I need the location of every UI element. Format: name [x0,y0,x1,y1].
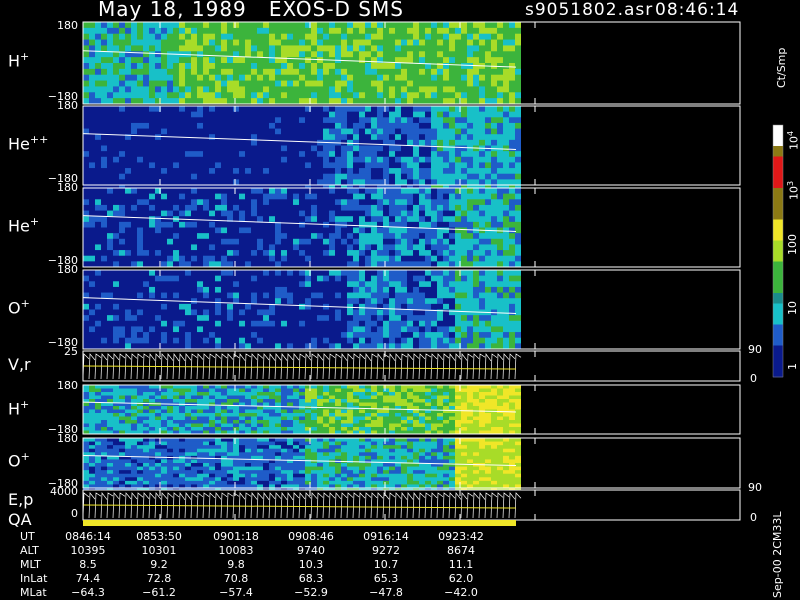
colorbar-swatch [773,146,783,157]
colorbar-swatch [773,314,783,325]
colorbar-swatch [773,209,783,220]
colorbar-unit: Ct/Smp [775,47,788,88]
panel-label-o-plus-2: O+ [8,450,30,471]
y-tick-0-max: 180 [57,19,78,32]
colorbar-swatch [773,293,783,304]
right-tick-vr-bot: 0 [750,372,757,385]
panel-label-h-plus: H+ [8,50,30,71]
colorbar-swatch [773,282,783,294]
right-tick-ep-top: 90 [748,481,762,494]
colorbar-swatch [773,356,783,367]
y-tick-1-max: 180 [57,99,78,112]
colorbar-tick-100: 100 [786,234,799,255]
y-tick-7-min: 0 [71,507,78,520]
colorbar-swatch [773,177,783,189]
colorbar-swatch [773,335,783,346]
colorbar-tick-10-4: 104 [786,130,800,150]
side-text: Sep-00 2CM33L [771,511,784,599]
y-tick-4-max: 25 [64,345,78,358]
y-tick-2-max: 180 [57,181,78,194]
qa-bar [83,520,516,526]
panel-label-h-plus-2: H+ [8,398,30,419]
colorbar-swatch [773,324,783,336]
y-tick-5-max: 180 [57,379,78,392]
panel-label-vr: V,r [8,355,31,374]
y-tick-7-max: 4000 [50,485,78,498]
colorbar-tick-10: 10 [786,301,799,315]
panel-label-o-plus: O+ [8,297,30,318]
right-tick-ep-bot: 0 [750,511,757,524]
colorbar-swatch [773,366,783,378]
panel-label-he-plus: He+ [8,215,40,236]
colorbar-swatch [773,240,783,252]
colorbar-swatch [773,230,783,241]
y-tick-6-max: 180 [57,432,78,445]
figure-title: May 18, 1989 EXOS-D SMS [98,0,404,21]
file-time: 08:46:14 [655,0,740,20]
colorbar-swatch [773,198,783,210]
panel-label-qa: QA [8,510,32,529]
colorbar-swatch [773,345,783,357]
colorbar-swatch [773,167,783,178]
right-tick-vr-top: 90 [748,343,762,356]
colorbar-swatch [773,303,783,315]
colorbar-swatch [773,219,783,231]
spectrogram-figure [82,21,784,526]
colorbar-swatch [773,125,783,136]
colorbar-swatch [773,156,783,168]
colorbar-tick-1: 1 [786,363,799,370]
colorbar-swatch [773,188,783,199]
panel-label-ep: E,p [8,490,34,509]
colorbar-swatch [773,272,783,283]
colorbar-tick-10-3: 103 [786,180,800,200]
file-name: s9051802.asr [525,0,654,20]
colorbar-swatch [773,261,783,273]
colorbar-swatch [773,135,783,147]
panel-label-he-plusplus: He++ [8,133,49,154]
y-tick-3-max: 180 [57,263,78,276]
colorbar-swatch [773,251,783,262]
